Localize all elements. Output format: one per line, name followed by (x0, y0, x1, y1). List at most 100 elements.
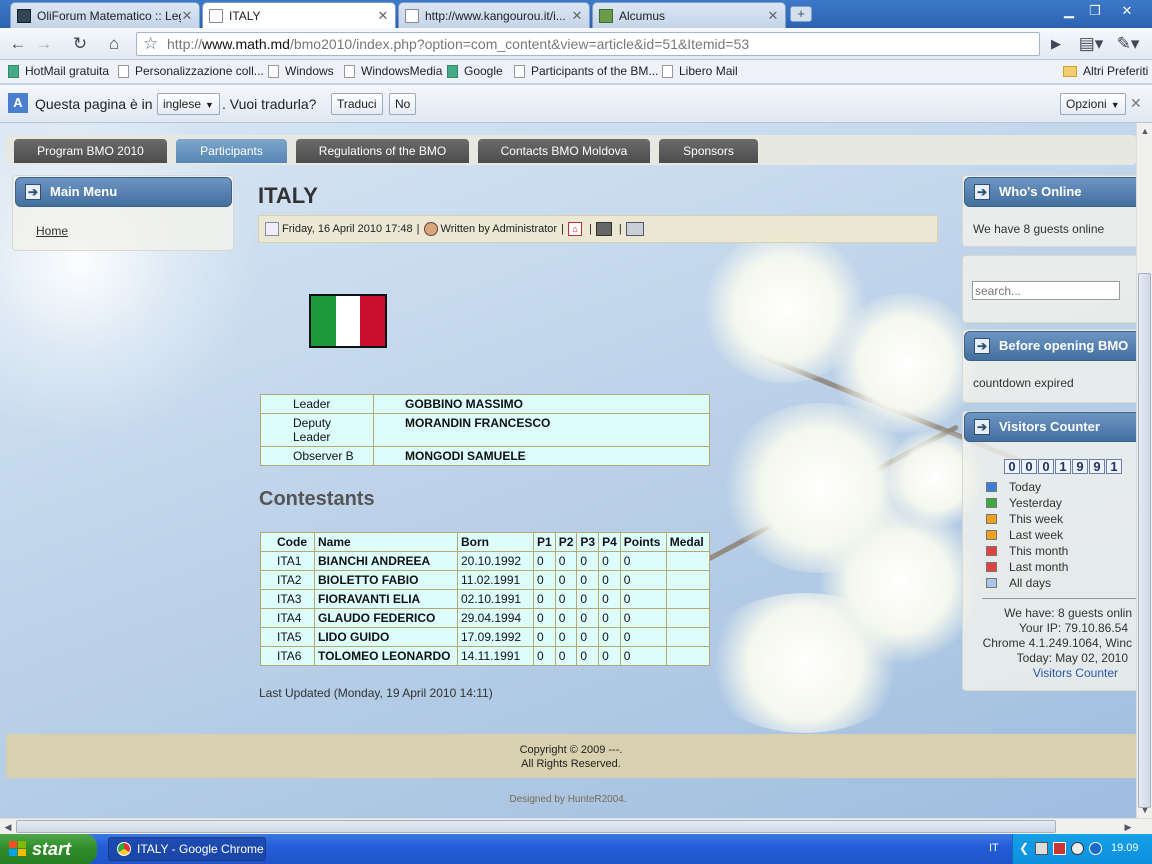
table-cell: ITA4 (260, 608, 315, 628)
search-input[interactable] (972, 281, 1120, 300)
close-icon[interactable]: ✕ (767, 8, 779, 24)
scroll-up-icon[interactable]: ▲ (1137, 123, 1152, 139)
page-icon (514, 64, 525, 78)
clock[interactable]: 19.09 (1111, 842, 1139, 854)
language-select[interactable]: inglese ▼ (157, 93, 220, 115)
menu-contacts[interactable]: Contacts BMO Moldova (478, 139, 650, 163)
menu-regulations[interactable]: Regulations of the BMO (296, 139, 469, 163)
new-tab-button[interactable]: + (790, 6, 812, 22)
close-icon[interactable]: ✕ (377, 8, 389, 24)
counter-digit: 0 (1038, 459, 1054, 474)
go-icon[interactable]: ▶ (1044, 32, 1068, 56)
team-table: Leader GOBBINO MASSIMO Deputy Leader MOR… (260, 394, 710, 466)
flag-red-stripe (360, 296, 386, 346)
user-icon (423, 222, 438, 236)
menu-sponsors[interactable]: Sponsors (659, 139, 758, 163)
tab-alcumus[interactable]: Alcumus ✕ (592, 2, 786, 28)
stat-color-icon (986, 530, 997, 540)
table-cell: 0 (554, 551, 578, 571)
tab-oliforum[interactable]: OliForum Matematico :: Leg... ✕ (10, 2, 200, 28)
tray-chevron-icon[interactable]: ❮ (1019, 841, 1029, 855)
close-icon[interactable]: ✕ (1130, 95, 1142, 112)
horizontal-scrollbar[interactable]: ◀ ▶ (0, 818, 1152, 834)
close-icon[interactable]: ✕ (181, 8, 193, 24)
table-cell: 0 (554, 627, 578, 647)
chevron-down-icon: ▼ (1110, 100, 1120, 110)
back-icon[interactable]: ← (6, 32, 30, 56)
counter-digit: 0 (1021, 459, 1037, 474)
forward-icon[interactable]: → (32, 32, 56, 56)
other-bookmarks[interactable]: Altri Preferiti (1063, 64, 1148, 78)
print-icon[interactable] (595, 222, 612, 236)
table-cell: 0 (619, 646, 667, 666)
start-button[interactable]: start (0, 834, 97, 864)
designed-by[interactable]: Designed by HunteR2004. (0, 794, 1136, 805)
table-cell: 0 (598, 646, 621, 666)
wrench-menu-icon[interactable]: ✎▾ (1112, 32, 1144, 56)
taskbar-chrome-window[interactable]: ITALY - Google Chrome (108, 837, 266, 861)
email-icon[interactable] (625, 222, 644, 236)
pdf-icon[interactable]: ⌂ (567, 222, 582, 236)
close-icon[interactable]: ✕ (571, 8, 583, 24)
arrow-right-icon: ➔ (25, 184, 41, 200)
bookmark-google[interactable]: Google (447, 64, 503, 78)
minimize-icon[interactable]: ▁ (1058, 2, 1080, 20)
scroll-left-icon[interactable]: ◀ (0, 819, 16, 835)
counter-digit: 1 (1106, 459, 1122, 474)
acrobat-icon[interactable] (1053, 842, 1066, 855)
menu-program[interactable]: Program BMO 2010 (14, 139, 167, 163)
translate-button[interactable]: Traduci (331, 93, 383, 115)
table-cell: 02.10.1991 (457, 589, 534, 609)
bookmark-personalizzazione[interactable]: Personalizzazione coll... (118, 64, 264, 78)
update-icon[interactable] (1089, 842, 1102, 855)
network-icon[interactable] (1035, 842, 1048, 855)
table-cell: 0 (619, 551, 667, 571)
visitors-counter-link[interactable]: Visitors Counter (1033, 666, 1118, 680)
vertical-scrollbar[interactable]: ▲ ▼ (1136, 123, 1152, 818)
tab-kangourou[interactable]: http://www.kangourou.it/i... ✕ (398, 2, 590, 28)
tab-bar: OliForum Matematico :: Leg... ✕ ITALY ✕ … (0, 0, 1152, 29)
table-cell (665, 608, 711, 628)
window-close-icon[interactable]: ✕ (1116, 2, 1138, 20)
bookmark-windows[interactable]: Windows (268, 64, 334, 78)
table-row: ITA3 FIORAVANTI ELIA 02.10.1991 0 0 0 0 0 (260, 589, 711, 609)
home-link[interactable]: Home (36, 224, 68, 238)
visitor-counter-digits: 0 0 0 1 9 9 1 (1004, 459, 1123, 474)
table-cell: 0 (533, 608, 556, 628)
table-cell: 0 (619, 589, 667, 609)
tab-italy[interactable]: ITALY ✕ (202, 2, 396, 29)
table-row: ITA1 BIANCHI ANDREEA 20.10.1992 0 0 0 0 0 (260, 551, 711, 571)
stat-label: This week (1009, 512, 1064, 526)
page-menu-icon[interactable]: ▤▾ (1076, 32, 1106, 56)
scroll-right-icon[interactable]: ▶ (1120, 819, 1136, 835)
options-button[interactable]: Opzioni ▼ (1060, 93, 1126, 115)
site-menu-bar: Program BMO 2010 Participants Regulation… (6, 135, 1136, 165)
address-bar[interactable]: ☆ http://www.math.md/bmo2010/index.php?o… (136, 32, 1040, 56)
language-indicator[interactable]: IT (989, 842, 999, 854)
bookmark-star-icon[interactable]: ☆ (143, 34, 158, 54)
google-icon (447, 64, 458, 78)
table-cell: 0 (533, 589, 556, 609)
speaker-icon[interactable] (1071, 842, 1084, 855)
reload-icon[interactable]: ↻ (68, 32, 92, 56)
table-cell: 0 (619, 608, 667, 628)
scroll-down-icon[interactable]: ▼ (1137, 802, 1152, 818)
bookmark-libero[interactable]: Libero Mail (662, 64, 738, 78)
background-blossom (700, 593, 910, 733)
url-path: /bmo2010/index.php?option=com_content&vi… (289, 36, 750, 52)
tab-title: ITALY (229, 9, 261, 23)
visitor-stat-row: This week (986, 512, 1063, 526)
scroll-thumb[interactable] (16, 820, 1056, 833)
scroll-thumb[interactable] (1138, 273, 1151, 808)
home-icon[interactable]: ⌂ (102, 32, 126, 56)
menu-participants[interactable]: Participants (176, 139, 287, 163)
table-cell: 0 (619, 627, 667, 647)
restore-icon[interactable]: ❐ (1084, 2, 1106, 20)
bookmark-windowsmedia[interactable]: WindowsMedia (344, 64, 442, 78)
no-button[interactable]: No (389, 93, 417, 115)
table-cell: GLAUDO FEDERICO (314, 608, 458, 628)
article-author: Written by Administrator (440, 223, 558, 235)
bookmark-hotmail[interactable]: HotMail gratuita (8, 64, 109, 78)
bookmark-participants[interactable]: Participants of the BM... (514, 64, 658, 78)
visitors-counter-header: ➔ Visitors Counter (964, 412, 1136, 442)
